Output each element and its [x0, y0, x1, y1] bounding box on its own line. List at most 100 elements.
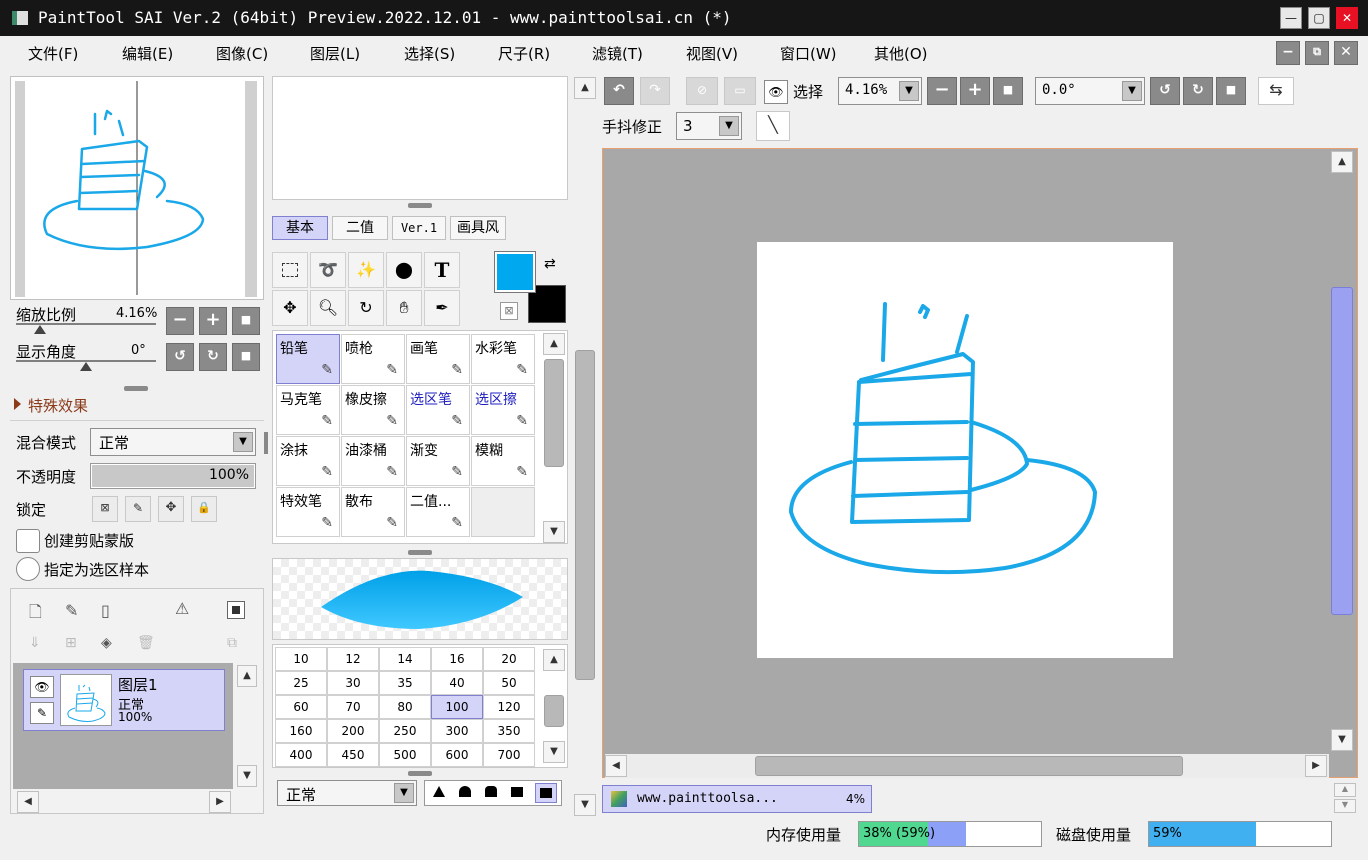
brush-size-70[interactable]: 70: [327, 695, 379, 719]
zoom-out-button[interactable]: −: [166, 307, 194, 335]
zoom-in-button[interactable]: +: [199, 307, 227, 335]
layer-mask-icon[interactable]: [227, 601, 245, 619]
shape-tool[interactable]: ⬤: [386, 252, 422, 288]
select-visibility-icon[interactable]: 👁: [764, 80, 788, 104]
new-layer-icon[interactable]: 🗋: [29, 601, 42, 628]
splitter-handle-2[interactable]: [408, 203, 432, 208]
merge-add-icon[interactable]: ⊞: [65, 635, 77, 651]
brush-eraser[interactable]: 橡皮擦 ✎: [341, 385, 405, 435]
layer-scroll-up[interactable]: ▲: [237, 665, 257, 687]
shape-sharp-icon[interactable]: [433, 786, 445, 797]
doc-restore-button[interactable]: ⧉: [1305, 41, 1329, 65]
layer-scroll-left[interactable]: ◀: [17, 791, 39, 813]
brush-size-700[interactable]: 700: [483, 743, 535, 767]
zoom-select[interactable]: 4.16% ▼: [838, 77, 922, 105]
brush-marker[interactable]: 马克笔 ✎: [276, 385, 340, 435]
canvas-vscroll-thumb[interactable]: [1331, 287, 1353, 615]
brush-size-600[interactable]: 600: [431, 743, 483, 767]
brush-smudge[interactable]: 涂抹 ✎: [276, 436, 340, 486]
brush-pencil[interactable]: 铅笔 ✎: [276, 334, 340, 384]
menu-other[interactable]: 其他(O): [874, 43, 928, 64]
menu-filter[interactable]: 滤镜(T): [592, 43, 643, 64]
menu-image[interactable]: 图像(C): [216, 43, 268, 64]
canvas-hscroll-thumb[interactable]: [755, 756, 1183, 776]
shape-round-icon[interactable]: [459, 786, 471, 797]
sample-radio[interactable]: [16, 557, 40, 581]
brush-blur[interactable]: 模糊 ✎: [471, 436, 535, 486]
canvas-zoom-out-button[interactable]: −: [927, 77, 957, 105]
brush-size-30[interactable]: 30: [327, 671, 379, 695]
canvas-scroll-left[interactable]: ◀: [605, 755, 627, 777]
splitter-handle[interactable]: [124, 386, 148, 391]
brush-scroll-thumb[interactable]: [544, 359, 564, 467]
shape-square-icon[interactable]: [535, 783, 557, 803]
minimize-button[interactable]: —: [1280, 7, 1302, 29]
rotate-reset-button[interactable]: ■: [232, 343, 260, 371]
brush-size-12[interactable]: 12: [327, 647, 379, 671]
angle-slider-thumb[interactable]: [80, 362, 92, 371]
shape-flat-icon[interactable]: [511, 787, 523, 797]
new-folder-icon[interactable]: ▯: [101, 601, 110, 620]
shape-soft-icon[interactable]: [485, 786, 497, 797]
eyedropper-tool[interactable]: ✒: [424, 290, 460, 326]
angle-select[interactable]: 0.0° ▼: [1035, 77, 1145, 105]
panel-scroll-thumb-2[interactable]: [575, 350, 595, 680]
line-tool-button[interactable]: ╲: [756, 111, 790, 141]
brush-scroll-down[interactable]: ▼: [543, 521, 565, 543]
panel-scroll-up[interactable]: ▲: [574, 77, 596, 99]
tab-ver1[interactable]: Ver.1: [392, 216, 446, 240]
doc-minimize-button[interactable]: −: [1276, 41, 1300, 65]
invert-select-button[interactable]: ▭: [724, 77, 756, 105]
layer-scroll-right[interactable]: ▶: [209, 791, 231, 813]
splitter-handle-4[interactable]: [408, 771, 432, 776]
brush-size-160[interactable]: 160: [275, 719, 327, 743]
opacity-slider[interactable]: 100%: [90, 463, 256, 489]
canvas-rotate-left-button[interactable]: ↺: [1150, 77, 1180, 105]
lock-paint-button[interactable]: ✎: [125, 496, 151, 522]
tab-basic[interactable]: 基本: [272, 216, 328, 240]
redo-button[interactable]: ↷: [640, 77, 670, 105]
navigator-preview[interactable]: [27, 79, 243, 297]
rotate-left-button[interactable]: ↺: [166, 343, 194, 371]
brush-size-500[interactable]: 500: [379, 743, 431, 767]
brush-empty-slot[interactable]: [471, 487, 535, 537]
maximize-button[interactable]: ▢: [1308, 7, 1330, 29]
blend-mode-select[interactable]: 正常 ▼: [90, 428, 256, 456]
swap-colors-icon[interactable]: ⇄: [544, 256, 556, 272]
clear-layer-icon[interactable]: ◈: [101, 635, 112, 651]
primary-color-swatch[interactable]: [494, 251, 536, 293]
brush-size-400[interactable]: 400: [275, 743, 327, 767]
layer-effects-icon[interactable]: ⚠: [175, 599, 189, 618]
clip-checkbox[interactable]: [16, 529, 40, 553]
rect-select-tool[interactable]: [272, 252, 308, 288]
panel-scroll-down[interactable]: ▼: [574, 794, 596, 816]
text-tool[interactable]: T: [424, 252, 460, 288]
tab-scroll-up[interactable]: ▲: [1334, 783, 1356, 797]
brush-size-100[interactable]: 100: [431, 695, 483, 719]
lock-move-button[interactable]: ✥: [158, 496, 184, 522]
color-wheel-area[interactable]: [272, 76, 568, 200]
brush-size-16[interactable]: 16: [431, 647, 483, 671]
menu-view[interactable]: 视图(V): [686, 43, 738, 64]
canvas-scroll-up[interactable]: ▲: [1331, 151, 1353, 173]
splitter-handle-3[interactable]: [408, 550, 432, 555]
menu-select[interactable]: 选择(S): [404, 43, 455, 64]
magic-wand-tool[interactable]: ✨: [348, 252, 384, 288]
brush-select-eraser[interactable]: 选区擦 ✎: [471, 385, 535, 435]
rotate-right-button[interactable]: ↻: [199, 343, 227, 371]
menu-file[interactable]: 文件(F): [28, 43, 78, 64]
menu-edit[interactable]: 编辑(E): [122, 43, 173, 64]
move-tool[interactable]: ✥: [272, 290, 308, 326]
menu-ruler[interactable]: 尺子(R): [498, 43, 550, 64]
deselect-button[interactable]: ⊘: [686, 77, 718, 105]
menu-layer[interactable]: 图层(L): [310, 43, 360, 64]
undo-button[interactable]: ↶: [604, 77, 634, 105]
brush-size-25[interactable]: 25: [275, 671, 327, 695]
brush-airbrush[interactable]: 喷枪 ✎: [341, 334, 405, 384]
brush-size-250[interactable]: 250: [379, 719, 431, 743]
tab-binary[interactable]: 二值: [332, 216, 388, 240]
panel-scroll-thumb[interactable]: [264, 432, 268, 454]
lock-all-button[interactable]: 🔒: [191, 496, 217, 522]
brush-size-350[interactable]: 350: [483, 719, 535, 743]
effects-label[interactable]: 特殊效果: [28, 395, 88, 416]
